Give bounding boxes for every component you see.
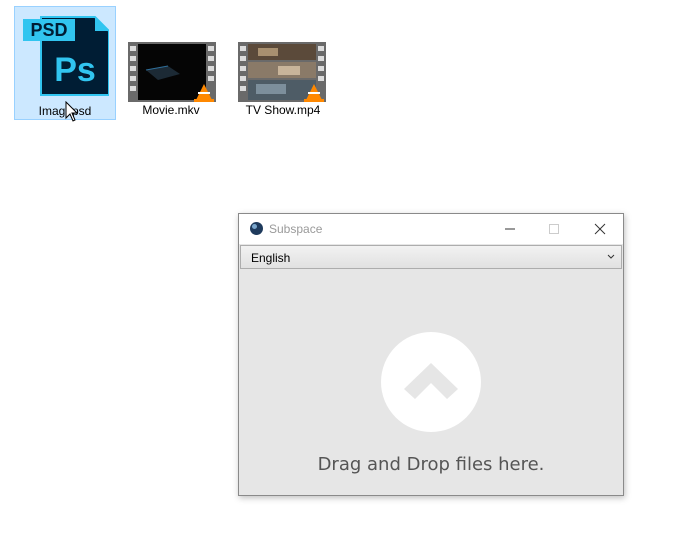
photoshop-file-icon: PSD Ps (23, 16, 109, 96)
language-selected-value: English (251, 251, 291, 265)
close-button[interactable] (577, 214, 623, 244)
subspace-window: Subspace English Drag and Drop files her… (238, 213, 624, 496)
minimize-button[interactable] (487, 214, 533, 244)
title-bar[interactable]: Subspace (239, 214, 623, 244)
svg-text:PSD: PSD (30, 20, 67, 40)
vlc-video-file-icon (128, 42, 216, 102)
svg-text:Ps: Ps (54, 51, 96, 89)
drop-zone-text: Drag and Drop files here. (317, 454, 545, 475)
mouse-cursor-icon (65, 101, 79, 122)
chevron-down-icon (607, 254, 615, 259)
minimize-icon (505, 228, 515, 230)
file-label: Movie.mkv (142, 103, 200, 117)
close-icon (594, 223, 606, 235)
file-label: TV Show.mp4 (245, 103, 321, 117)
desktop-file-mkv[interactable]: Movie.mkv (120, 6, 222, 120)
upload-arrow-icon (404, 363, 458, 399)
language-select[interactable]: English (240, 245, 622, 269)
vlc-video-file-icon (238, 42, 326, 102)
maximize-icon (549, 224, 559, 234)
maximize-button[interactable] (531, 214, 577, 244)
drop-zone-circle[interactable] (381, 332, 481, 432)
desktop-file-mp4[interactable]: TV Show.mp4 (232, 6, 334, 120)
subspace-app-icon (250, 222, 263, 235)
desktop-file-psd[interactable]: PSD Ps Imag .psd (14, 6, 116, 122)
window-title: Subspace (269, 222, 323, 236)
